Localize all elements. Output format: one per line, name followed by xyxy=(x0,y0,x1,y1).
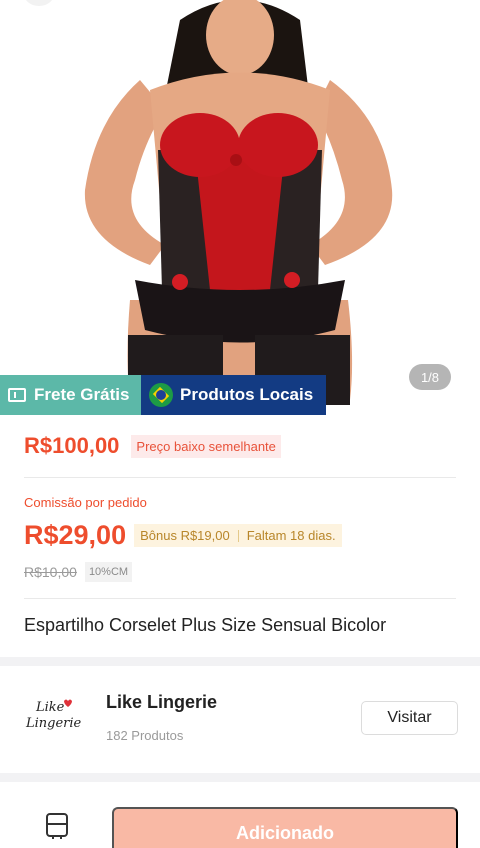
section-separator xyxy=(0,773,480,782)
divider xyxy=(24,598,456,599)
shop-product-count: 182 Produtos xyxy=(106,728,184,743)
heart-icon xyxy=(64,699,72,707)
old-commission-row: R$10,00 10%CM xyxy=(24,562,133,582)
shop-name[interactable]: Like Lingerie xyxy=(106,692,217,713)
price-row: R$100,00 Preço baixo semelhante xyxy=(24,433,281,459)
bonus-separator xyxy=(237,529,239,542)
commission-label: Comissão por pedido xyxy=(24,495,147,510)
local-products-tag: Produtos Locais xyxy=(141,375,326,415)
add-button[interactable]: Adicionado xyxy=(112,807,458,848)
shop-logo[interactable]: Like Lingerie xyxy=(22,693,82,737)
bonus-badge: Bônus R$19,00 Faltam 18 dias. xyxy=(134,524,342,547)
commission-rate-badge: 10%CM xyxy=(84,562,133,582)
visit-shop-button[interactable]: Visitar xyxy=(361,701,458,735)
brazil-flag-icon xyxy=(149,383,173,407)
product-price: R$100,00 xyxy=(24,433,120,458)
free-shipping-tag: Frete Grátis xyxy=(0,375,141,415)
shop-logo-line1: Like xyxy=(35,700,65,715)
image-pager: 1/8 xyxy=(409,364,451,390)
store-label xyxy=(24,842,90,848)
shipping-icon xyxy=(8,388,26,402)
product-photo xyxy=(84,0,393,405)
divider xyxy=(24,477,456,478)
shop-logo-line2: Lingerie xyxy=(25,716,82,731)
local-products-label: Produtos Locais xyxy=(180,385,314,404)
bonus-amount: Bônus R$19,00 xyxy=(140,528,230,543)
product-image-gallery[interactable]: 1/8 xyxy=(0,0,480,415)
section-separator xyxy=(0,657,480,666)
free-shipping-label: Frete Grátis xyxy=(34,385,130,404)
commission-value: R$29,00 xyxy=(24,520,127,550)
commission-row: R$29,00 Bônus R$19,00 Faltam 18 dias. xyxy=(24,520,342,551)
store-icon[interactable] xyxy=(45,812,69,840)
product-title: Espartilho Corselet Plus Size Sensual Bi… xyxy=(24,615,387,635)
product-tags: Frete Grátis Produtos Locais xyxy=(0,375,326,415)
similar-price-badge: Preço baixo semelhante xyxy=(131,434,281,458)
old-commission-value: R$10,00 xyxy=(24,564,77,580)
bonus-remaining: Faltam 18 dias. xyxy=(246,528,336,543)
